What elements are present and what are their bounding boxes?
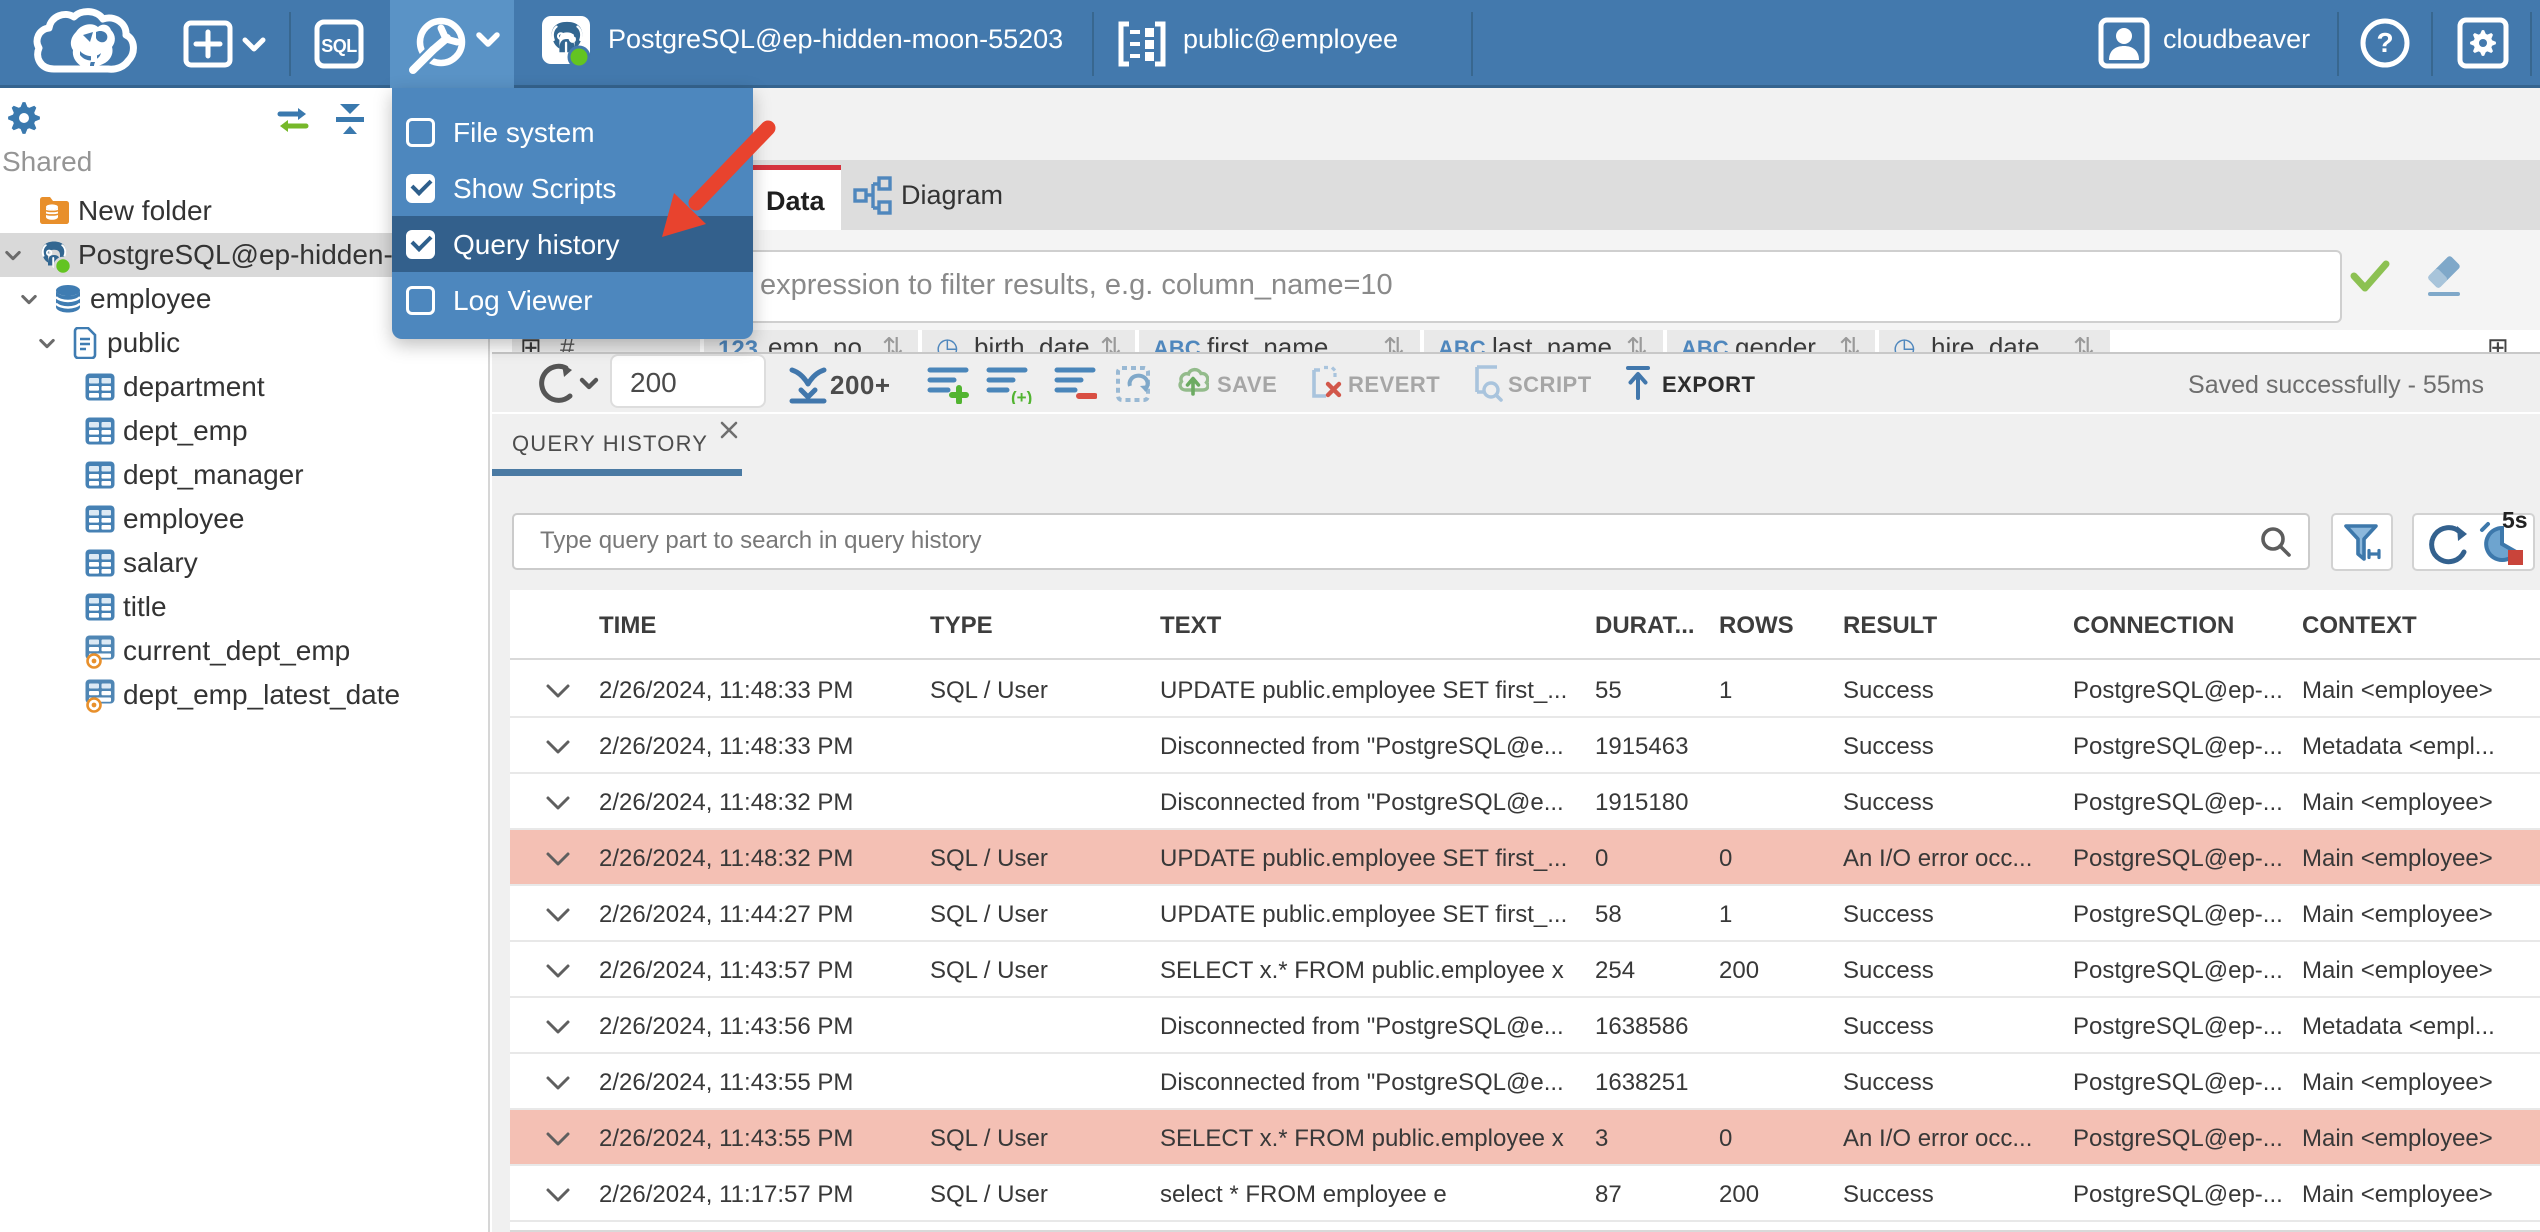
svg-text:(+): (+) <box>1011 388 1032 404</box>
svg-text:SQL: SQL <box>321 36 357 56</box>
svg-text:?: ? <box>2376 27 2393 58</box>
